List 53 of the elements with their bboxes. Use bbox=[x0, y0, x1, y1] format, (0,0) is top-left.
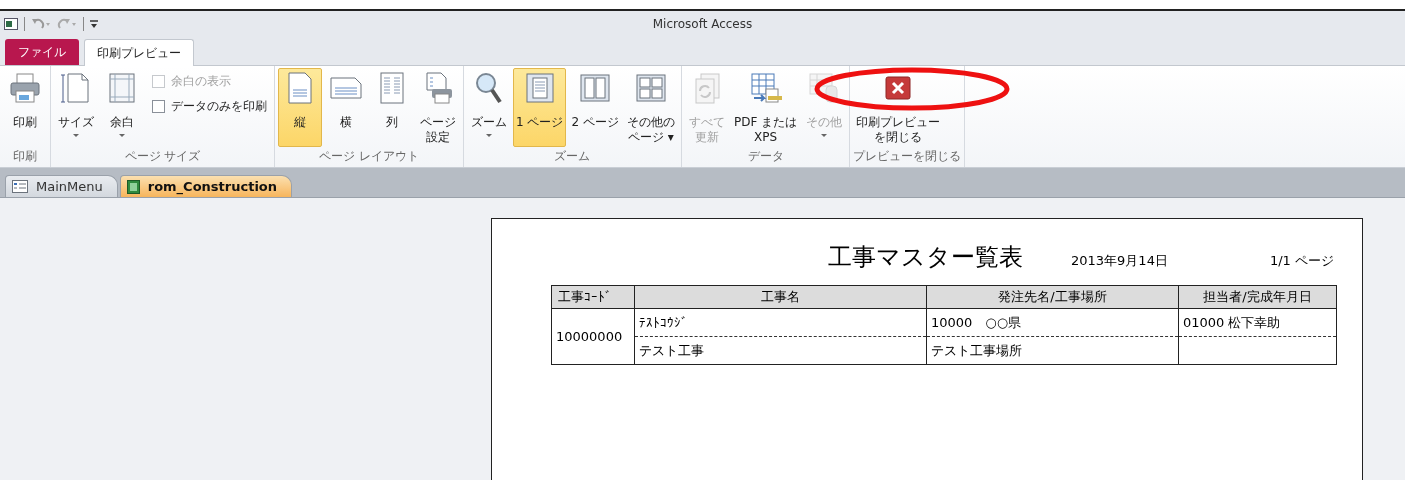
column-header: 工事名 bbox=[634, 285, 927, 309]
group-label: 印刷 bbox=[12, 148, 38, 165]
page-size-icon bbox=[60, 72, 92, 104]
window-title: Microsoft Access bbox=[652, 17, 753, 31]
ribbon-button[interactable]: ズーム bbox=[467, 68, 511, 147]
ribbon-button[interactable]: 横 bbox=[324, 68, 368, 147]
column-header: 担当者/完成年月日 bbox=[1178, 285, 1337, 309]
table-cell: 10000000 bbox=[551, 308, 635, 365]
table-cell: テスト工事場所 bbox=[926, 336, 1179, 365]
column-header: 発注先名/工事場所 bbox=[926, 285, 1179, 309]
ribbon-button[interactable]: PDF または XPS bbox=[730, 68, 801, 147]
ribbon-button[interactable]: 縦 bbox=[278, 68, 322, 147]
document-tab[interactable]: MainMenu bbox=[5, 175, 118, 197]
group-label: プレビューを閉じる bbox=[853, 148, 962, 165]
ribbon-button[interactable]: その他の ページ ▾ bbox=[623, 68, 678, 147]
table-cell: 10000 ○○県 bbox=[926, 308, 1179, 337]
redo-icon[interactable] bbox=[57, 18, 77, 30]
undo-icon[interactable] bbox=[31, 18, 51, 30]
checkbox[interactable] bbox=[152, 100, 165, 113]
ribbon-button[interactable]: 印刷プレビュー を閉じる bbox=[853, 68, 944, 147]
group-label: ズーム bbox=[553, 148, 592, 165]
group-label: ページ レイアウト bbox=[318, 148, 420, 165]
ribbon-button[interactable]: 1 ページ bbox=[513, 68, 567, 147]
file-tab[interactable]: ファイル bbox=[5, 39, 79, 65]
report-icon bbox=[126, 179, 140, 194]
export-table-icon bbox=[749, 72, 782, 104]
column-header: 工事ｺｰﾄﾞ bbox=[551, 285, 635, 309]
form-icon bbox=[12, 180, 28, 193]
group-label: ページ サイズ bbox=[123, 148, 202, 165]
group-label: データ bbox=[746, 148, 785, 165]
table-cell: ﾃｽﾄｺｳｼﾞ bbox=[634, 308, 927, 337]
page-number: 1/1 ページ bbox=[1269, 252, 1334, 270]
table-database-icon bbox=[808, 72, 841, 104]
app-icon[interactable] bbox=[4, 18, 18, 30]
report-date: 2013年9月14日 bbox=[1071, 252, 1168, 270]
ribbon-button[interactable]: 列 bbox=[370, 68, 414, 147]
margins-icon bbox=[106, 72, 138, 104]
four-pages-icon bbox=[634, 72, 667, 104]
printer-icon bbox=[9, 72, 41, 104]
ribbon-button[interactable]: ページ 設定 bbox=[416, 68, 460, 147]
ribbon-button[interactable]: サイズ bbox=[54, 68, 98, 147]
ribbon-button[interactable]: 印刷 bbox=[3, 68, 47, 147]
ribbon-button[interactable]: 2 ページ bbox=[568, 68, 622, 147]
customize-toolbar-icon[interactable] bbox=[90, 19, 98, 29]
checkbox-option[interactable]: データのみを印刷 bbox=[152, 98, 267, 115]
one-page-icon bbox=[523, 72, 556, 104]
ribbon-button[interactable]: 余白 bbox=[100, 68, 144, 147]
document-tab[interactable]: rom_Construction bbox=[119, 175, 293, 197]
table-cell: 01000 松下幸助 bbox=[1178, 308, 1337, 337]
table-cell: テスト工事 bbox=[634, 336, 927, 365]
report-title: 工事マスター覧表 bbox=[828, 242, 1023, 273]
ribbon-tab[interactable]: 印刷プレビュー bbox=[84, 39, 194, 66]
two-pages-icon bbox=[579, 72, 612, 104]
